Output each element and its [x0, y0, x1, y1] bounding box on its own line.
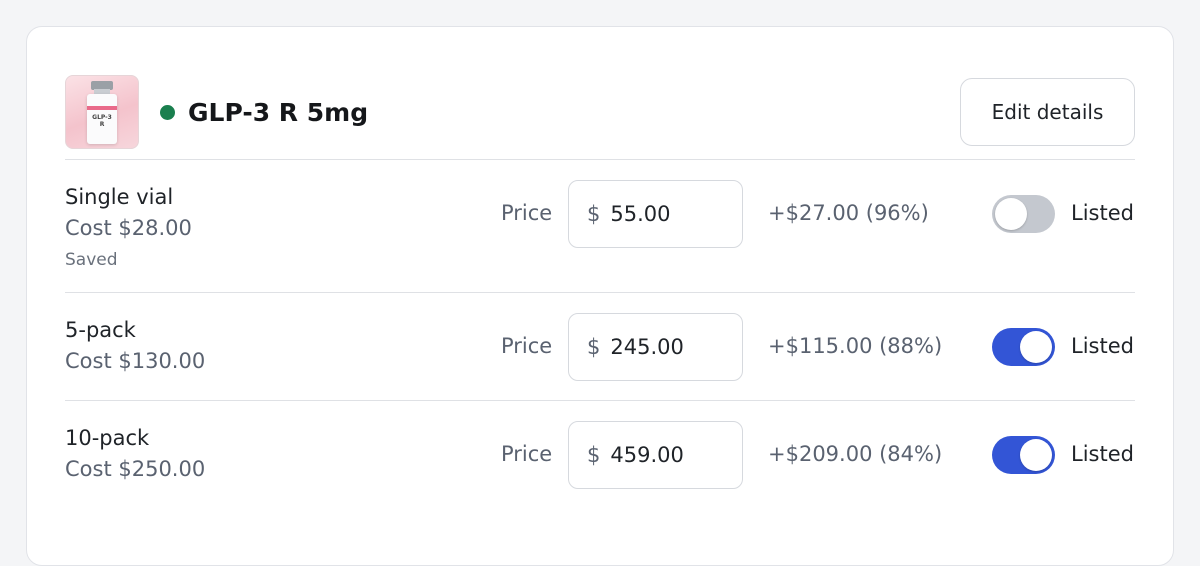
price-field[interactable]: $: [568, 421, 743, 489]
currency-symbol: $: [587, 443, 601, 467]
vial-band: [87, 106, 117, 110]
toggle-knob: [1020, 439, 1052, 471]
product-header: GLP-3 R GLP-3 R 5mg Edit details: [65, 65, 1135, 159]
variant-cost: Cost $250.00: [65, 457, 206, 481]
variant-name: 5-pack: [65, 318, 136, 342]
currency-symbol: $: [587, 335, 601, 359]
listed-label: Listed: [1071, 334, 1134, 358]
listed-label: Listed: [1071, 442, 1134, 466]
price-field[interactable]: $: [568, 313, 743, 381]
variant-row: 5-pack Cost $130.00 Price $ +$115.00 (88…: [65, 292, 1135, 400]
variant-name: Single vial: [65, 185, 174, 209]
variant-saved-status: Saved: [65, 250, 118, 270]
product-card: GLP-3 R GLP-3 R 5mg Edit details Single …: [26, 26, 1174, 566]
price-label: Price: [501, 442, 553, 466]
product-thumbnail: GLP-3 R: [65, 75, 139, 149]
margin-text: +$27.00 (96%): [768, 201, 929, 225]
price-field[interactable]: $: [568, 180, 743, 248]
listed-toggle[interactable]: [992, 436, 1055, 474]
price-label: Price: [501, 334, 553, 358]
currency-symbol: $: [587, 202, 601, 226]
margin-text: +$115.00 (88%): [768, 334, 943, 358]
price-input[interactable]: [610, 335, 731, 359]
variant-cost: Cost $130.00: [65, 349, 206, 373]
listed-toggle[interactable]: [992, 195, 1055, 233]
edit-details-button[interactable]: Edit details: [960, 78, 1135, 146]
toggle-knob: [995, 198, 1027, 230]
listed-toggle[interactable]: [992, 328, 1055, 366]
listed-label: Listed: [1071, 201, 1134, 225]
price-input[interactable]: [610, 443, 731, 467]
variant-name: 10-pack: [65, 426, 150, 450]
price-input[interactable]: [610, 202, 731, 226]
variant-row: Single vial Cost $28.00 Saved Price $ +$…: [65, 159, 1135, 292]
variant-row: 10-pack Cost $250.00 Price $ +$209.00 (8…: [65, 400, 1135, 510]
product-title: GLP-3 R 5mg: [188, 97, 369, 127]
margin-text: +$209.00 (84%): [768, 442, 943, 466]
status-dot-icon: [160, 104, 175, 120]
variant-cost: Cost $28.00: [65, 216, 192, 240]
toggle-knob: [1020, 331, 1052, 363]
price-label: Price: [501, 201, 553, 225]
vial-label: GLP-3 R: [92, 114, 112, 128]
